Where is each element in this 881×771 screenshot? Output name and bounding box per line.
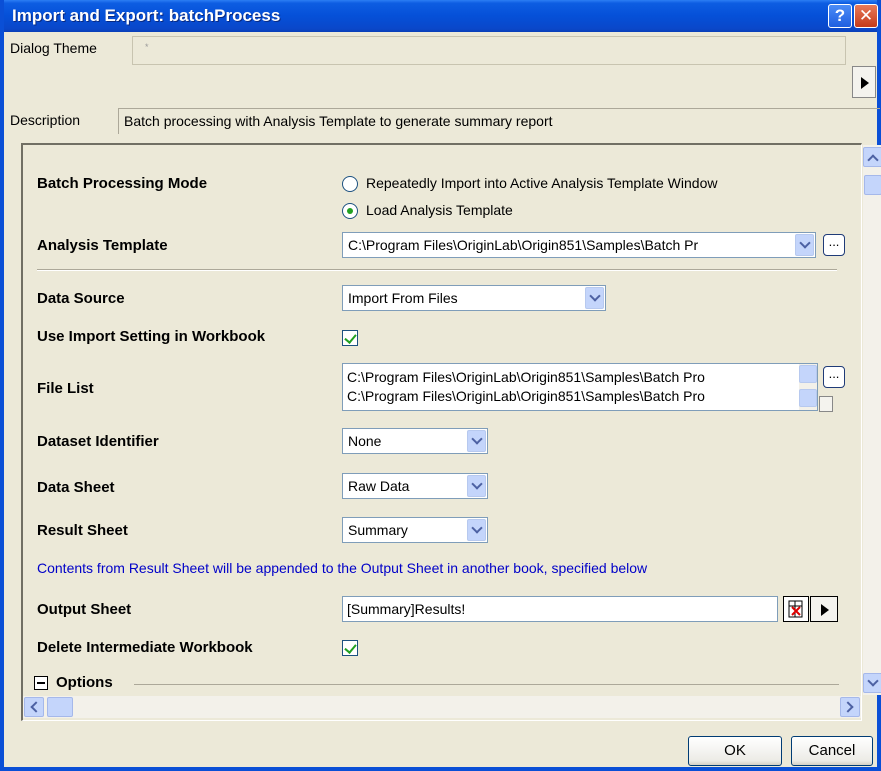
use-import-setting-checkbox[interactable]	[342, 330, 358, 346]
scroll-up-icon[interactable]	[799, 365, 817, 383]
use-import-setting-label: Use Import Setting in Workbook	[37, 328, 266, 345]
info-text: Contents from Result Sheet will be appen…	[37, 560, 648, 576]
dataset-identifier-combo[interactable]: None	[342, 428, 488, 454]
delete-intermediate-label: Delete Intermediate Workbook	[37, 639, 253, 656]
scroll-left-icon[interactable]	[24, 697, 44, 717]
description-field[interactable]: Batch processing with Analysis Template …	[118, 108, 880, 134]
cancel-button[interactable]: Cancel	[791, 736, 873, 766]
browse-files-button[interactable]: ...	[823, 366, 845, 388]
file-list-label: File List	[37, 380, 94, 397]
chevron-down-icon[interactable]	[467, 475, 486, 497]
data-sheet-value: Raw Data	[348, 478, 410, 494]
radio-load-template[interactable]	[342, 203, 358, 219]
radio-repeat-import[interactable]	[342, 176, 358, 192]
scroll-up-icon[interactable]	[863, 147, 881, 167]
result-sheet-label: Result Sheet	[37, 522, 128, 539]
data-sheet-combo[interactable]: Raw Data	[342, 473, 488, 499]
data-source-combo[interactable]: Import From Files	[342, 285, 606, 311]
chevron-down-icon[interactable]	[467, 430, 486, 452]
theme-menu-arrow-icon[interactable]	[852, 66, 876, 98]
close-icon[interactable]: ✕	[854, 4, 878, 28]
list-item[interactable]: C:\Program Files\OriginLab\Origin851\Sam…	[347, 369, 705, 385]
batch-mode-label: Batch Processing Mode	[37, 175, 208, 192]
output-sheet-field[interactable]: [Summary]Results!	[342, 596, 778, 622]
dialog-theme-value: *	[145, 42, 149, 52]
divider	[37, 269, 837, 271]
chevron-down-icon[interactable]	[467, 519, 486, 541]
file-list-box[interactable]: C:\Program Files\OriginLab\Origin851\Sam…	[342, 363, 818, 411]
output-menu-arrow-icon[interactable]	[810, 596, 838, 622]
output-sheet-label: Output Sheet	[37, 601, 132, 618]
ok-button[interactable]: OK	[688, 736, 782, 766]
analysis-template-label: Analysis Template	[37, 237, 168, 254]
result-sheet-value: Summary	[348, 522, 408, 538]
dialog-theme-label: Dialog Theme	[10, 40, 97, 56]
file-list-scrollbar[interactable]	[799, 364, 817, 410]
data-source-label: Data Source	[37, 290, 125, 307]
scroll-thumb[interactable]	[864, 175, 881, 195]
analysis-template-combo[interactable]: C:\Program Files\OriginLab\Origin851\Sam…	[342, 232, 816, 258]
collapse-icon[interactable]	[34, 676, 48, 690]
radio-load-template-label[interactable]: Load Analysis Template	[366, 202, 513, 218]
select-range-icon[interactable]	[783, 596, 809, 622]
title-bar[interactable]: Import and Export: batchProcess ? ✕	[4, 0, 878, 32]
vertical-scrollbar[interactable]	[863, 145, 881, 695]
window-title: Import and Export: batchProcess	[12, 6, 281, 25]
horizontal-scrollbar[interactable]	[23, 696, 861, 718]
radio-repeat-import-label[interactable]: Repeatedly Import into Active Analysis T…	[366, 175, 717, 191]
result-sheet-combo[interactable]: Summary	[342, 517, 488, 543]
browse-template-button[interactable]: ...	[823, 234, 845, 256]
scroll-down-icon[interactable]	[863, 673, 881, 693]
scroll-right-icon[interactable]	[840, 697, 860, 717]
dialog-window: Import and Export: batchProcess ? ✕ Dial…	[0, 0, 881, 771]
help-icon[interactable]: ?	[828, 4, 852, 28]
chevron-down-icon[interactable]	[585, 287, 604, 309]
dataset-identifier-label: Dataset Identifier	[37, 433, 159, 450]
data-sheet-label: Data Sheet	[37, 479, 115, 496]
options-divider	[134, 684, 839, 685]
data-source-value: Import From Files	[348, 290, 458, 306]
dialog-theme-field[interactable]: *	[132, 36, 846, 65]
scroll-thumb[interactable]	[47, 697, 73, 717]
chevron-down-icon[interactable]	[795, 234, 814, 256]
scroll-down-icon[interactable]	[799, 389, 817, 407]
list-item[interactable]: C:\Program Files\OriginLab\Origin851\Sam…	[347, 388, 705, 404]
description-label: Description	[10, 112, 81, 128]
dataset-identifier-value: None	[348, 433, 382, 449]
delete-intermediate-checkbox[interactable]	[342, 640, 358, 656]
resize-handle-icon[interactable]	[819, 396, 833, 412]
analysis-template-value: C:\Program Files\OriginLab\Origin851\Sam…	[348, 237, 699, 253]
options-section-label[interactable]: Options	[56, 674, 113, 691]
